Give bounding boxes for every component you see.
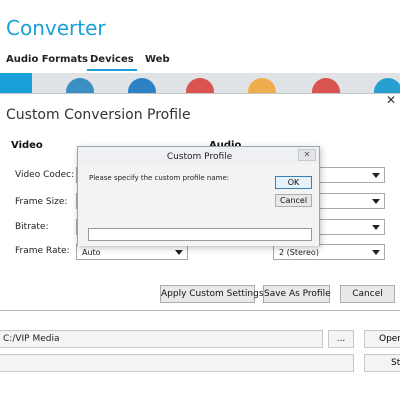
tab-web[interactable]: Web bbox=[145, 54, 170, 65]
chevron-down-icon bbox=[372, 225, 380, 230]
screen: Converter Audio Formats Devices Web C:/V… bbox=[0, 0, 400, 400]
bitrate-label: Bitrate: bbox=[15, 222, 49, 232]
modal-title: Custom Profile bbox=[166, 152, 233, 162]
frame-rate-select[interactable]: Auto bbox=[76, 244, 188, 260]
open-folder-button[interactable]: Open bbox=[364, 330, 400, 348]
cancel-button[interactable]: Cancel bbox=[340, 285, 395, 303]
dialog-title: Custom Conversion Profile bbox=[6, 107, 191, 123]
video-codec-label: Video Codec: bbox=[15, 170, 75, 180]
video-section-heading: Video bbox=[11, 140, 43, 151]
progress-field bbox=[0, 354, 354, 372]
output-folder-field[interactable]: C:/VIP Media bbox=[0, 330, 323, 348]
audio-channels-select[interactable]: 2 (Stereo) bbox=[273, 244, 385, 260]
browse-button[interactable]: ... bbox=[328, 330, 354, 348]
modal-body: Please specify the custom profile name: … bbox=[78, 164, 319, 246]
app-title: Converter bbox=[6, 16, 106, 40]
chevron-down-icon bbox=[372, 250, 380, 255]
tab-audio-formats[interactable]: Audio Formats bbox=[6, 54, 88, 65]
tab-devices[interactable]: Devices bbox=[87, 54, 137, 71]
profile-name-prompt: Please specify the custom profile name: bbox=[89, 174, 230, 182]
chevron-down-icon bbox=[372, 199, 380, 204]
close-icon[interactable]: ✕ bbox=[386, 93, 396, 107]
device-icon-strip bbox=[0, 73, 400, 95]
ok-button[interactable]: OK bbox=[275, 176, 312, 189]
frame-size-label: Frame Size: bbox=[15, 197, 68, 207]
save-as-profile-button[interactable]: Save As Profile bbox=[263, 285, 331, 303]
apply-custom-settings-button[interactable]: Apply Custom Settings bbox=[160, 285, 264, 303]
custom-profile-modal: Custom Profile ✕ Please specify the cust… bbox=[77, 146, 320, 246]
start-button[interactable]: Sta bbox=[364, 354, 400, 372]
modal-cancel-button[interactable]: Cancel bbox=[275, 194, 312, 207]
profile-name-input[interactable] bbox=[88, 228, 312, 241]
selected-device-tile[interactable] bbox=[0, 73, 32, 95]
chevron-down-icon bbox=[175, 250, 183, 255]
category-tabs: Audio Formats Devices Web bbox=[6, 54, 206, 72]
chevron-down-icon bbox=[372, 173, 380, 178]
close-icon[interactable]: ✕ bbox=[298, 149, 316, 161]
frame-rate-label: Frame Rate: bbox=[15, 246, 70, 256]
